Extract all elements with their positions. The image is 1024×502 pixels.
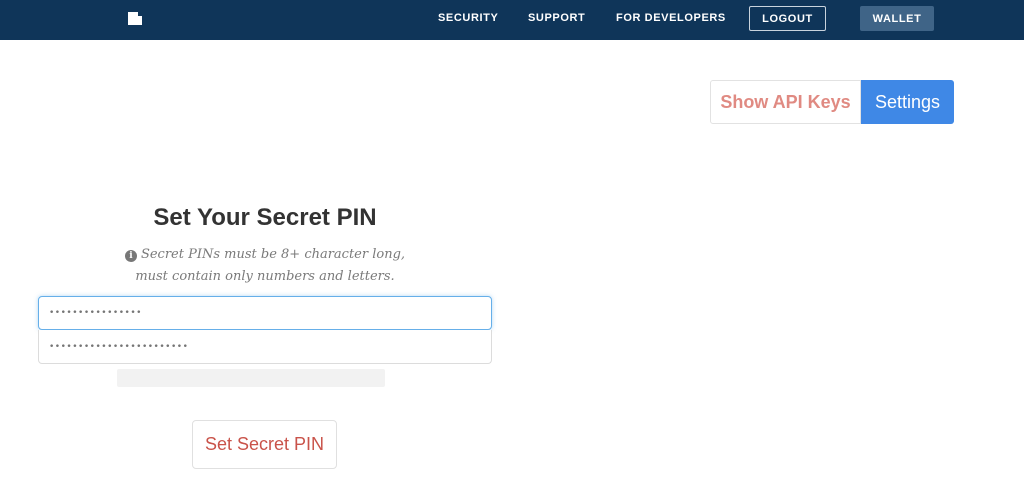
set-secret-pin-button[interactable]: Set Secret PIN xyxy=(192,420,337,469)
hint-line-2: must contain only numbers and letters. xyxy=(135,269,395,284)
page-title: Set Your Secret PIN xyxy=(153,204,377,231)
info-circle-icon: i xyxy=(124,250,137,262)
show-api-keys-button[interactable]: Show API Keys xyxy=(710,80,861,124)
logo-icon[interactable] xyxy=(128,12,142,25)
pin-requirements-hint: i Secret PINs must be 8+ character long, … xyxy=(38,244,492,288)
settings-button[interactable]: Settings xyxy=(861,80,954,124)
top-navbar: SECURITY SUPPORT FOR DEVELOPERS LOGOUT W… xyxy=(0,0,1024,40)
nav-security[interactable]: SECURITY xyxy=(438,12,498,24)
pin-strength-bar xyxy=(117,369,385,387)
logout-button[interactable]: LOGOUT xyxy=(749,6,826,31)
hint-line-1: Secret PINs must be 8+ character long, xyxy=(140,247,406,262)
nav-for-developers[interactable]: FOR DEVELOPERS xyxy=(616,12,726,24)
secret-pin-input[interactable] xyxy=(38,296,492,330)
confirm-pin-input[interactable] xyxy=(38,330,492,364)
wallet-button[interactable]: WALLET xyxy=(860,6,934,31)
nav-support[interactable]: SUPPORT xyxy=(528,12,585,24)
